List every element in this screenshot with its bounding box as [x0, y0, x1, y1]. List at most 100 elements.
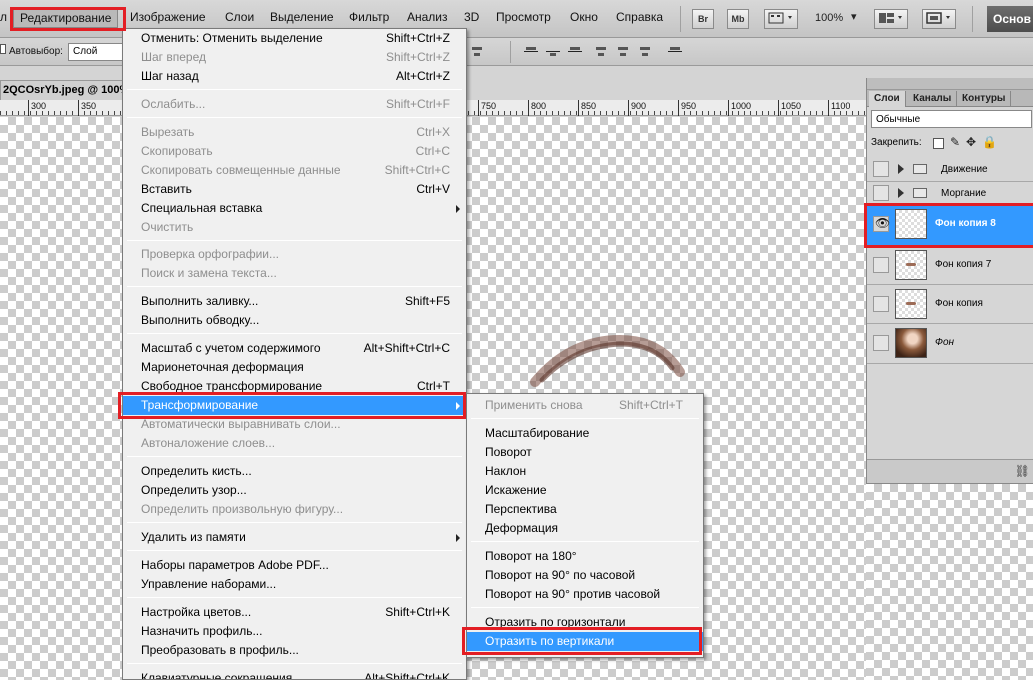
menu-item-assign-profile[interactable]: Назначить профиль...	[123, 622, 466, 641]
auto-align-layers-icon[interactable]	[668, 45, 682, 59]
menu-item-rotate-90-ccw[interactable]: Поворот на 90° против часовой	[467, 585, 703, 604]
menu-item-find-replace[interactable]: Поиск и замена текста...	[123, 264, 466, 283]
menu-layers[interactable]: Слои	[225, 10, 254, 24]
align-icon[interactable]	[470, 45, 484, 59]
menu-item-convert-profile[interactable]: Преобразовать в профиль...	[123, 641, 466, 660]
visibility-toggle[interactable]	[873, 161, 889, 177]
menu-item-again[interactable]: Применить снова Shift+Ctrl+T	[467, 396, 703, 415]
menu-image[interactable]: Изображение	[130, 10, 206, 24]
menu-item-label: Ослабить...	[141, 97, 206, 111]
menu-item-step-backward[interactable]: Шаг назад Alt+Ctrl+Z	[123, 67, 466, 86]
mini-bridge-button[interactable]: Mb	[727, 9, 749, 29]
menu-item-label: Управление наборами...	[141, 577, 277, 591]
menu-item-auto-blend-layers[interactable]: Автоналожение слоев...	[123, 434, 466, 453]
menu-item-perspective[interactable]: Перспектива	[467, 500, 703, 519]
menu-item-spell-check[interactable]: Проверка орфографии...	[123, 245, 466, 264]
menu-filter[interactable]: Фильтр	[349, 10, 389, 24]
distribute-bottom-icon[interactable]	[568, 45, 582, 59]
visibility-toggle[interactable]	[873, 335, 889, 351]
menu-item-label: Автоналожение слоев...	[141, 436, 276, 450]
menu-window[interactable]: Окно	[570, 10, 598, 24]
menu-item-label: Определить кисть...	[141, 464, 252, 478]
link-layers-icon[interactable]: ⛓	[1015, 464, 1030, 478]
autoselect-checkbox[interactable]	[0, 44, 6, 54]
menu-item-preset-manager[interactable]: Управление наборами...	[123, 575, 466, 594]
menu-select[interactable]: Выделение	[270, 10, 334, 24]
document-canvas-right[interactable]	[866, 484, 1033, 680]
menu-item-paste-special[interactable]: Специальная вставка	[123, 199, 466, 218]
lock-move-icon[interactable]: ✥	[966, 135, 976, 149]
menu-item-skew[interactable]: Наклон	[467, 462, 703, 481]
visibility-toggle[interactable]	[873, 185, 889, 201]
annotation-frame-flip-vertical	[462, 627, 702, 655]
menu-analysis[interactable]: Анализ	[407, 10, 448, 24]
screen-mode-button[interactable]	[922, 9, 956, 29]
menu-item-undo[interactable]: Отменить: Отменить выделение Shift+Ctrl+Z	[123, 29, 466, 48]
menu-item-shortcut: Shift+F5	[404, 294, 450, 308]
lock-transparency-icon[interactable]	[933, 138, 944, 149]
toolbar-separator	[680, 6, 681, 32]
menu-item-distort[interactable]: Искажение	[467, 481, 703, 500]
menu-item-rotate[interactable]: Поворот	[467, 443, 703, 462]
tab-channels[interactable]: Каналы	[908, 91, 958, 107]
layer-row[interactable]: Движение	[867, 157, 1033, 182]
menu-item-pdf-presets[interactable]: Наборы параметров Adobe PDF...	[123, 556, 466, 575]
menu-item-define-brush[interactable]: Определить кисть...	[123, 462, 466, 481]
visibility-toggle[interactable]	[873, 257, 889, 273]
workspace-switcher[interactable]: Основ	[987, 6, 1033, 32]
menu-item-paste[interactable]: Вставить Ctrl+V	[123, 180, 466, 199]
layer-thumbnail	[895, 250, 927, 280]
document-tab[interactable]: 2QCOsrYb.jpeg @ 100%	[0, 80, 125, 100]
lock-all-icon[interactable]: 🔒	[982, 135, 997, 149]
menu-view[interactable]: Просмотр	[496, 10, 551, 24]
menu-item-cut[interactable]: Вырезать Ctrl+X	[123, 123, 466, 142]
distribute-top-icon[interactable]	[524, 45, 538, 59]
menu-item-define-pattern[interactable]: Определить узор...	[123, 481, 466, 500]
menu-item-copy[interactable]: Скопировать Ctrl+C	[123, 142, 466, 161]
visibility-toggle[interactable]	[873, 296, 889, 312]
zoom-level[interactable]: 100%	[815, 12, 843, 24]
layer-row[interactable]: Фон	[867, 324, 1033, 364]
arrange-documents-button[interactable]	[874, 9, 908, 29]
distribute-right-icon[interactable]	[638, 45, 652, 59]
lock-label: Закрепить:	[871, 137, 922, 148]
layer-row[interactable]: Фон копия	[867, 285, 1033, 324]
blend-mode-select[interactable]: Обычные	[871, 110, 1032, 128]
menu-item-define-custom-shape[interactable]: Определить произвольную фигуру...	[123, 500, 466, 519]
menu-item-label: Отменить: Отменить выделение	[141, 31, 323, 45]
menu-item-keyboard-shortcuts[interactable]: Клавиатурные сокращения... Alt+Shift+Ctrl…	[123, 669, 466, 679]
menu-file-partial[interactable]: л	[0, 10, 7, 24]
menu-item-stroke[interactable]: Выполнить обводку...	[123, 311, 466, 330]
layer-row[interactable]: Моргание	[867, 182, 1033, 204]
menu-item-step-forward[interactable]: Шаг вперед Shift+Ctrl+Z	[123, 48, 466, 67]
menu-item-purge[interactable]: Удалить из памяти	[123, 528, 466, 547]
menu-item-rotate-90-cw[interactable]: Поворот на 90° по часовой	[467, 566, 703, 585]
autoselect-dropdown[interactable]: Слой	[68, 43, 124, 61]
menu-item-color-settings[interactable]: Настройка цветов... Shift+Ctrl+K	[123, 603, 466, 622]
menu-3d[interactable]: 3D	[464, 10, 479, 24]
menu-item-warp[interactable]: Деформация	[467, 519, 703, 538]
menu-item-fill[interactable]: Выполнить заливку... Shift+F5	[123, 292, 466, 311]
distribute-vcenter-icon[interactable]	[546, 45, 560, 59]
menu-item-rotate-180[interactable]: Поворот на 180°	[467, 547, 703, 566]
distribute-hcenter-icon[interactable]	[616, 45, 630, 59]
expand-arrow-icon[interactable]	[898, 188, 904, 198]
menu-item-label: Скопировать	[141, 144, 213, 158]
menu-item-puppet-warp[interactable]: Марионеточная деформация	[123, 358, 466, 377]
view-extras-button[interactable]	[764, 9, 798, 29]
menu-help[interactable]: Справка	[616, 10, 663, 24]
expand-arrow-icon[interactable]	[898, 164, 904, 174]
layer-name: Моргание	[941, 188, 987, 199]
tab-paths[interactable]: Контуры	[957, 91, 1012, 107]
menu-item-clear[interactable]: Очистить	[123, 218, 466, 237]
zoom-dropdown-icon[interactable]: ▾	[851, 10, 857, 23]
tab-layers[interactable]: Слои	[869, 91, 906, 107]
lock-brush-icon[interactable]: ✎	[950, 135, 960, 149]
distribute-left-icon[interactable]	[594, 45, 608, 59]
menu-item-fade[interactable]: Ослабить... Shift+Ctrl+F	[123, 95, 466, 114]
bridge-button[interactable]: Br	[692, 9, 714, 29]
menu-item-copy-merged[interactable]: Скопировать совмещенные данные Shift+Ctrl…	[123, 161, 466, 180]
layer-row[interactable]: Фон копия 7	[867, 246, 1033, 285]
menu-item-content-aware-scale[interactable]: Масштаб с учетом содержимого Alt+Shift+Ct…	[123, 339, 466, 358]
menu-item-scale[interactable]: Масштабирование	[467, 424, 703, 443]
